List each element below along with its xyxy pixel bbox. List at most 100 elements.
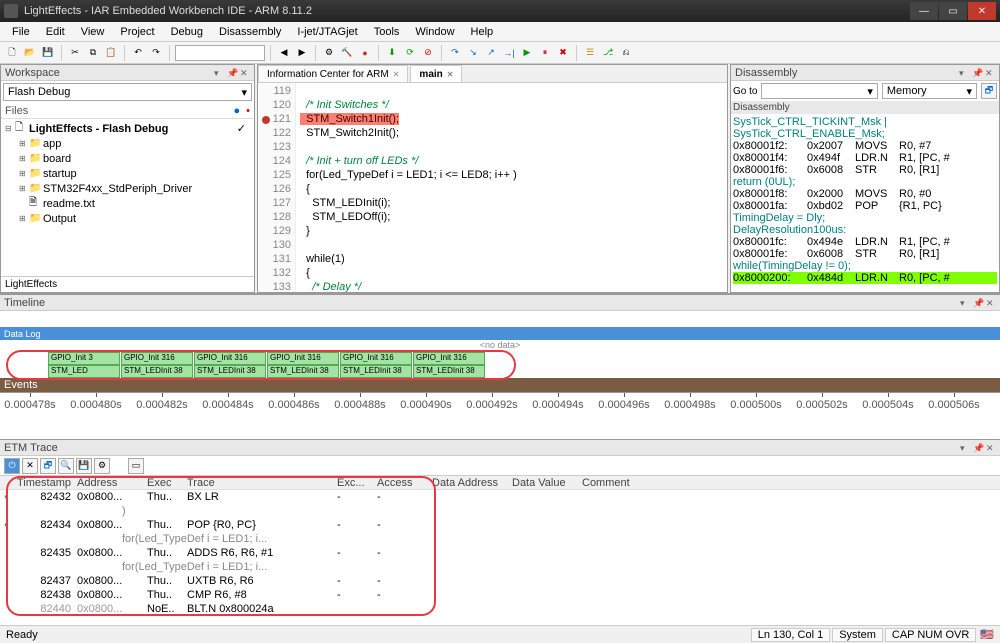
events-label: Events bbox=[4, 379, 38, 391]
etm-clear-button[interactable]: ✕ bbox=[22, 458, 38, 474]
etm-row[interactable]: ‹824320x0800...Thu..BX LR-- bbox=[0, 490, 1000, 504]
menu-project[interactable]: Project bbox=[112, 24, 162, 40]
goto-combo[interactable]: ▾ bbox=[761, 83, 877, 99]
etm-row[interactable]: 824400x0800...NoE..BLT.N 0x800024a bbox=[0, 602, 1000, 616]
workspace-tree[interactable]: ⊟🗋LightEffects - Flash Debug✓⊞📁app⊞📁boar… bbox=[1, 119, 254, 276]
pin-icon[interactable]: ▾ bbox=[959, 68, 969, 78]
break-icon[interactable]: ⏸ bbox=[537, 45, 553, 61]
run-to-cursor-icon[interactable]: →| bbox=[501, 45, 517, 61]
go-icon[interactable]: ▶ bbox=[519, 45, 535, 61]
tree-node[interactable]: ⊞📁startup bbox=[5, 166, 250, 181]
swv-icon[interactable]: ⎌ bbox=[618, 45, 634, 61]
disasm-refresh-button[interactable]: 🗗 bbox=[981, 83, 997, 99]
disassembly-listing[interactable]: SysTick_CTRL_TICKINT_Msk | SysTick_CTRL_… bbox=[731, 114, 999, 292]
step-over-icon[interactable]: ↷ bbox=[447, 45, 463, 61]
timeline-block[interactable]: GPIO_Init 316 bbox=[267, 352, 339, 365]
stop-debug-icon[interactable]: ⊘ bbox=[420, 45, 436, 61]
reset-icon[interactable]: ✖ bbox=[555, 45, 571, 61]
unpin-icon[interactable]: 📌 bbox=[227, 68, 237, 78]
memory-combo[interactable]: Memory▾ bbox=[882, 83, 977, 99]
cut-icon[interactable]: ✂ bbox=[67, 45, 83, 61]
timeline-block[interactable]: STM_LEDInit 38 bbox=[194, 365, 266, 378]
timeline-block[interactable]: STM_LED bbox=[48, 365, 120, 378]
etm-row[interactable]: for(Led_TypeDef i = LED1; i... bbox=[0, 560, 1000, 574]
nav-back-icon[interactable]: ◀ bbox=[276, 45, 292, 61]
redo-icon[interactable]: ↷ bbox=[148, 45, 164, 61]
etm-find-button[interactable]: 🔍 bbox=[58, 458, 74, 474]
menu-help[interactable]: Help bbox=[463, 24, 502, 40]
panel-close-icon[interactable]: ✕ bbox=[240, 68, 250, 78]
etm-row[interactable]: ‹824340x0800...Thu..POP {R0, PC}-- bbox=[0, 518, 1000, 532]
search-combo[interactable] bbox=[175, 45, 265, 61]
close-button[interactable]: ✕ bbox=[968, 2, 996, 20]
paste-icon[interactable]: 📋 bbox=[103, 45, 119, 61]
timeline-block[interactable]: STM_LEDInit 38 bbox=[340, 365, 412, 378]
timeline-block[interactable]: STM_LEDInit 38 bbox=[121, 365, 193, 378]
tree-node[interactable]: ⊟🗋LightEffects - Flash Debug✓ bbox=[5, 121, 250, 136]
nav-fwd-icon[interactable]: ▶ bbox=[294, 45, 310, 61]
open-icon[interactable]: 📂 bbox=[22, 45, 38, 61]
etm-power-button[interactable]: ⏻ bbox=[4, 458, 20, 474]
step-into-icon[interactable]: ↘ bbox=[465, 45, 481, 61]
etm-row[interactable]: 824380x0800...Thu..CMP R6, #8-- bbox=[0, 588, 1000, 602]
pin-icon[interactable]: ▾ bbox=[960, 298, 970, 308]
toggle-bp-icon[interactable]: ● bbox=[357, 45, 373, 61]
timeline-block[interactable]: STM_LEDInit 38 bbox=[267, 365, 339, 378]
new-icon[interactable]: 🗋 bbox=[4, 45, 20, 61]
unpin-icon[interactable]: 📌 bbox=[973, 298, 983, 308]
etm-browse-button[interactable]: 🗗 bbox=[40, 458, 56, 474]
tree-node[interactable]: ⊞📁STM32F4xx_StdPeriph_Driver bbox=[5, 181, 250, 196]
timeline-block[interactable]: GPIO_Init 316 bbox=[121, 352, 193, 365]
timeline-block[interactable]: GPIO_Init 316 bbox=[413, 352, 485, 365]
unpin-icon[interactable]: 📌 bbox=[972, 68, 982, 78]
etm-row[interactable]: for(Led_TypeDef i = LED1; i... bbox=[0, 532, 1000, 546]
menu-tools[interactable]: Tools bbox=[366, 24, 408, 40]
config-dropdown[interactable]: Flash Debug ▾ bbox=[3, 83, 252, 101]
trace-icon[interactable]: ☰ bbox=[582, 45, 598, 61]
save-icon[interactable]: 💾 bbox=[40, 45, 56, 61]
menu-window[interactable]: Window bbox=[407, 24, 462, 40]
menu-view[interactable]: View bbox=[73, 24, 113, 40]
panel-close-icon[interactable]: ✕ bbox=[986, 298, 996, 308]
download-icon[interactable]: ⬇ bbox=[384, 45, 400, 61]
etm-row[interactable]: ) bbox=[0, 504, 1000, 518]
timeline-block[interactable]: GPIO_Init 316 bbox=[194, 352, 266, 365]
editor-tab[interactable]: Information Center for ARM✕ bbox=[258, 65, 408, 82]
etm-icon[interactable]: ⎇ bbox=[600, 45, 616, 61]
tree-node[interactable]: 🗎readme.txt bbox=[5, 196, 250, 211]
tree-node[interactable]: ⊞📁board bbox=[5, 151, 250, 166]
make-icon[interactable]: 🔨 bbox=[339, 45, 355, 61]
etm-column-button[interactable]: ▭ bbox=[128, 458, 144, 474]
step-out-icon[interactable]: ↗ bbox=[483, 45, 499, 61]
timeline-body[interactable]: Data Log <no data> GPIO_Init 3GPIO_Init … bbox=[0, 311, 1000, 439]
etm-table[interactable]: TimestampAddressExecTraceExc...AccessDat… bbox=[0, 476, 1000, 625]
minimize-button[interactable]: — bbox=[910, 2, 938, 20]
menu-debug[interactable]: Debug bbox=[163, 24, 211, 40]
tree-node[interactable]: ⊞📁Output bbox=[5, 211, 250, 226]
editor-tab[interactable]: main✕ bbox=[410, 65, 462, 82]
timeline-block[interactable]: GPIO_Init 3 bbox=[48, 352, 120, 365]
undo-icon[interactable]: ↶ bbox=[130, 45, 146, 61]
pin-icon[interactable]: ▾ bbox=[214, 68, 224, 78]
etm-save-button[interactable]: 💾 bbox=[76, 458, 92, 474]
menu-edit[interactable]: Edit bbox=[38, 24, 73, 40]
panel-close-icon[interactable]: ✕ bbox=[986, 443, 996, 453]
menu-disassembly[interactable]: Disassembly bbox=[211, 24, 289, 40]
editor-gutter[interactable]: 1191201211221231241251261271281291301311… bbox=[258, 83, 296, 292]
unpin-icon[interactable]: 📌 bbox=[973, 443, 983, 453]
menu-i-jet/jtagjet[interactable]: I-jet/JTAGjet bbox=[289, 24, 365, 40]
timeline-block[interactable]: STM_LEDInit 38 bbox=[413, 365, 485, 378]
etm-row[interactable]: 824370x0800...Thu..UXTB R6, R6-- bbox=[0, 574, 1000, 588]
etm-settings-button[interactable]: ⚙ bbox=[94, 458, 110, 474]
panel-close-icon[interactable]: ✕ bbox=[985, 68, 995, 78]
copy-icon[interactable]: ⧉ bbox=[85, 45, 101, 61]
restart-icon[interactable]: ⟳ bbox=[402, 45, 418, 61]
timeline-block[interactable]: GPIO_Init 316 bbox=[340, 352, 412, 365]
editor-code[interactable]: /* Init Switches */ STM_Switch1Init(); S… bbox=[296, 83, 553, 292]
etm-row[interactable]: 824350x0800...Thu..ADDS R6, R6, #1-- bbox=[0, 546, 1000, 560]
tree-node[interactable]: ⊞📁app bbox=[5, 136, 250, 151]
pin-icon[interactable]: ▾ bbox=[960, 443, 970, 453]
compile-icon[interactable]: ⚙ bbox=[321, 45, 337, 61]
maximize-button[interactable]: ▭ bbox=[939, 2, 967, 20]
menu-file[interactable]: File bbox=[4, 24, 38, 40]
